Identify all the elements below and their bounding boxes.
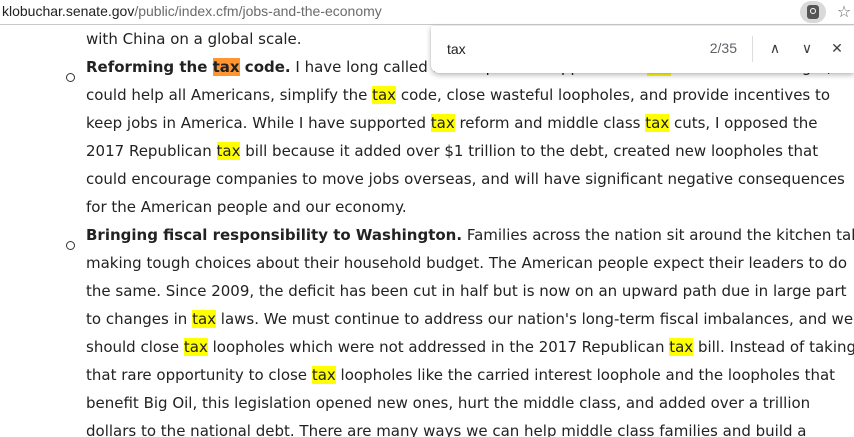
article-line: making tough choices about their househo… — [86, 249, 847, 277]
google-lens-icon[interactable] — [800, 1, 826, 23]
line-text: making tough choices about their househo… — [86, 254, 848, 272]
line-text: Families across the nation sit around th… — [462, 226, 854, 244]
line-text: for the American people and our economy. — [86, 198, 407, 216]
bullet-marker — [66, 73, 75, 82]
search-match: tax — [430, 114, 455, 132]
url-path: /public/index.cfm/jobs-and-the-economy — [134, 3, 382, 19]
line-text: Reforming the — [86, 58, 213, 76]
article-line: Bringing fiscal responsibility to Washin… — [86, 221, 854, 249]
line-text: the same. Since 2009, the deficit has be… — [86, 282, 847, 300]
find-close-button[interactable]: ✕ — [825, 37, 849, 61]
find-divider — [752, 36, 753, 62]
search-match: tax — [192, 310, 217, 328]
line-text: keep jobs in America. While I have suppo… — [86, 114, 431, 132]
line-text: cuts, I opposed the — [669, 114, 818, 132]
line-text: bill. Instead of taking — [693, 338, 854, 356]
line-text: laws. We must continue to address our na… — [216, 310, 854, 328]
line-text: loopholes like the carried interest loop… — [335, 366, 836, 384]
line-text: dollars to the national debt. There are … — [86, 422, 807, 437]
address-bar[interactable]: klobuchar.senate.gov/public/index.cfm/jo… — [0, 0, 854, 25]
line-text: code. — [239, 58, 291, 76]
line-text: benefit Big Oil, this legislation opened… — [86, 394, 811, 412]
line-text: could help all Americans, simplify the — [86, 86, 373, 104]
url-host: klobuchar.senate.gov — [2, 3, 135, 19]
article-line: could help all Americans, simplify the t… — [86, 81, 830, 109]
line-text: with China on a global scale. — [86, 30, 302, 48]
line-text: Bringing fiscal responsibility to Washin… — [86, 226, 463, 244]
article-line: that rare opportunity to close tax looph… — [86, 361, 835, 389]
article-line: for the American people and our economy. — [86, 193, 407, 221]
search-match: tax — [216, 142, 241, 160]
search-match: tax — [645, 114, 670, 132]
article-line: 2017 Republican tax bill because it adde… — [86, 137, 818, 165]
line-text: reform and middle class — [454, 114, 646, 132]
line-text: 2017 Republican — [86, 142, 217, 160]
search-match: tax — [669, 338, 694, 356]
line-text: bill because it added over $1 trillion t… — [240, 142, 819, 160]
find-input[interactable] — [447, 39, 687, 59]
article-line: could encourage companies to move jobs o… — [86, 165, 845, 193]
line-text: that rare opportunity to close — [86, 366, 312, 384]
url-text[interactable]: klobuchar.senate.gov/public/index.cfm/jo… — [2, 3, 382, 19]
article-line: to changes in tax laws. We must continue… — [86, 305, 853, 333]
article-line: dollars to the national debt. There are … — [86, 417, 806, 437]
line-text: to changes in — [86, 310, 193, 328]
find-next-button[interactable]: ∨ — [795, 37, 819, 61]
bullet-marker — [66, 241, 75, 250]
search-match: tax — [311, 366, 336, 384]
find-previous-button[interactable]: ∧ — [763, 37, 787, 61]
article-line: the same. Since 2009, the deficit has be… — [86, 277, 847, 305]
article-line: should close tax loopholes which were no… — [86, 333, 854, 361]
search-match: tax — [372, 86, 397, 104]
article-line: with China on a global scale. — [86, 25, 302, 53]
article-line: benefit Big Oil, this legislation opened… — [86, 389, 810, 417]
search-match: tax — [183, 338, 208, 356]
line-text: should close — [86, 338, 184, 356]
article-line: keep jobs in America. While I have suppo… — [86, 109, 818, 137]
bookmark-star-icon[interactable]: ☆ — [834, 1, 854, 23]
active-search-match: tax — [212, 58, 240, 76]
line-text: code, close wasteful loopholes, and prov… — [396, 86, 831, 104]
find-in-page-bar: 2/35 ∧ ∨ ✕ — [431, 26, 854, 73]
lens-glyph — [807, 5, 819, 19]
line-text: loopholes which were not addressed in th… — [207, 338, 670, 356]
find-match-count: 2/35 — [709, 40, 737, 56]
article-body: with China on a global scale. Reforming t… — [0, 25, 854, 437]
line-text: could encourage companies to move jobs o… — [86, 170, 845, 188]
